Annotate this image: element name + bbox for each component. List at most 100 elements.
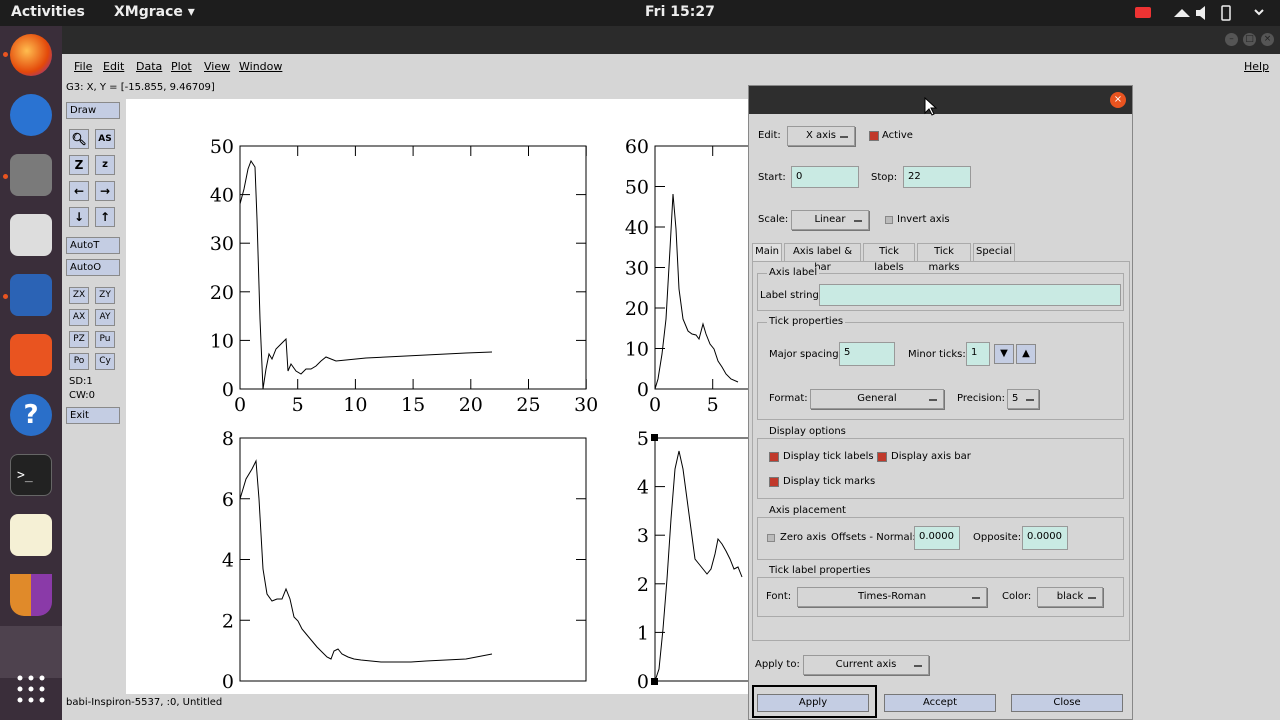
edit-axis-value: X axis xyxy=(805,130,837,141)
close-icon[interactable]: × xyxy=(1261,33,1274,46)
format-select[interactable]: General xyxy=(810,389,944,409)
system-tray[interactable] xyxy=(1130,0,1280,26)
autoscale-icon[interactable]: AS xyxy=(95,129,115,149)
running-dot xyxy=(3,294,8,299)
chemistry-app-icon[interactable] xyxy=(10,574,52,616)
g0-curve xyxy=(239,159,493,390)
g2-curve xyxy=(239,459,493,663)
pz-button[interactable]: PZ xyxy=(69,331,89,348)
zoom-icon[interactable]: 🔍︎ xyxy=(69,129,89,149)
minor-ticks-up-icon[interactable]: ▲ xyxy=(1016,344,1036,364)
running-dot xyxy=(3,52,8,57)
menu-plot[interactable]: Plot xyxy=(171,60,192,73)
autoo-button[interactable]: AutoO xyxy=(66,259,120,276)
minor-ticks-down-icon[interactable]: ▼ xyxy=(994,344,1014,364)
x-tick-label: 0 xyxy=(234,394,246,416)
zx-button[interactable]: ZX xyxy=(69,287,89,304)
major-spacing-input[interactable]: 5 xyxy=(839,342,895,366)
display-options-frame xyxy=(757,438,1124,499)
plot-canvas[interactable]: 50 40 30 20 10 0 0 5 10 15 20 25 30 60 50 40 30 20 10 0 0 5 … xyxy=(126,99,817,707)
y-tick-label: 20 xyxy=(625,298,649,320)
pu-button[interactable]: Pu xyxy=(95,331,115,348)
ax-button[interactable]: AX xyxy=(69,309,89,326)
tab-special[interactable]: Special xyxy=(973,243,1015,261)
apply-button[interactable]: Apply xyxy=(757,694,869,712)
thunderbird-icon[interactable] xyxy=(10,94,52,136)
files-icon[interactable] xyxy=(10,154,52,196)
text-editor-icon[interactable] xyxy=(10,514,52,556)
arrow-up-icon[interactable]: ↑ xyxy=(95,207,115,227)
apply-to-value: Current axis xyxy=(835,659,897,670)
autot-button[interactable]: AutoT xyxy=(66,237,120,254)
tab-axis-label-bar[interactable]: Axis label & bar xyxy=(784,243,861,273)
zoom-in-z-icon[interactable]: Z xyxy=(69,155,89,175)
arrow-right-icon[interactable]: → xyxy=(95,181,115,201)
x-tick-label: 25 xyxy=(516,394,540,416)
font-select[interactable]: Times-Roman xyxy=(797,587,987,607)
software-center-icon[interactable] xyxy=(10,334,52,376)
zoom-out-z-icon[interactable]: z xyxy=(95,155,115,175)
terminal-icon[interactable]: >_ xyxy=(10,454,52,496)
firefox-icon[interactable] xyxy=(10,34,52,76)
menu-edit[interactable]: Edit xyxy=(103,60,124,73)
precision-select[interactable]: 5 xyxy=(1007,389,1039,409)
po-button[interactable]: Po xyxy=(69,353,89,370)
graph-area[interactable]: 504030201000 5 10 15 20 25 30 60504030201000 5 … xyxy=(126,99,817,707)
window-titlebar[interactable]: – □ × xyxy=(62,26,1280,54)
close-button[interactable]: Close xyxy=(1011,694,1123,712)
y-tick-label: 40 xyxy=(625,217,649,239)
start-input[interactable]: 0 xyxy=(791,166,859,188)
edit-axis-select[interactable]: X axis xyxy=(787,126,855,146)
minimize-icon[interactable]: – xyxy=(1225,33,1238,46)
precision-value: 5 xyxy=(1012,393,1019,404)
display-tick-marks-checkbox[interactable] xyxy=(769,477,779,487)
menu-help[interactable]: Help xyxy=(1244,60,1269,73)
zero-axis-checkbox[interactable] xyxy=(767,534,775,542)
accept-button[interactable]: Accept xyxy=(884,694,996,712)
menu-bar: File Edit Data Plot View Window Help xyxy=(62,54,1280,80)
writer-icon[interactable] xyxy=(10,274,52,316)
app-menu[interactable]: XMgrace ▾ xyxy=(114,4,195,20)
dialog-close-icon[interactable]: × xyxy=(1110,92,1126,108)
dialog-titlebar[interactable]: × xyxy=(749,86,1132,114)
ay-button[interactable]: AY xyxy=(95,309,115,326)
draw-button[interactable]: Draw xyxy=(66,102,120,119)
format-label: Format: xyxy=(769,393,808,404)
rhythmbox-icon[interactable] xyxy=(10,214,52,256)
invert-axis-checkbox[interactable] xyxy=(885,216,893,224)
axis-label-title: Axis label xyxy=(767,267,820,278)
apply-to-select[interactable]: Current axis xyxy=(803,655,929,675)
cy-button[interactable]: Cy xyxy=(95,353,115,370)
minor-ticks-input[interactable]: 1 xyxy=(966,342,990,366)
precision-label: Precision: xyxy=(957,393,1005,404)
help-icon[interactable]: ? xyxy=(10,394,52,436)
tab-tick-marks[interactable]: Tick marks xyxy=(917,243,971,273)
offset-normal-input[interactable]: 0.0000 xyxy=(914,526,960,550)
menu-file[interactable]: File xyxy=(74,60,92,73)
stop-input[interactable]: 22 xyxy=(903,166,971,188)
maximize-icon[interactable]: □ xyxy=(1243,33,1256,46)
arrow-left-icon[interactable]: ← xyxy=(69,181,89,201)
menu-view[interactable]: View xyxy=(204,60,230,73)
offset-opposite-input[interactable]: 0.0000 xyxy=(1022,526,1068,550)
exit-button[interactable]: Exit xyxy=(66,407,120,424)
apply-to-label: Apply to: xyxy=(755,659,800,670)
tab-main[interactable]: Main xyxy=(752,243,782,261)
scale-select[interactable]: Linear xyxy=(791,210,869,230)
menu-window[interactable]: Window xyxy=(239,60,282,73)
show-apps-icon[interactable] xyxy=(16,674,46,704)
color-label: Color: xyxy=(1002,591,1032,602)
clock[interactable]: Fri 15:27 xyxy=(645,4,715,20)
x-tick-label: 0 xyxy=(649,394,661,416)
zy-button[interactable]: ZY xyxy=(95,287,115,304)
activities-button[interactable]: Activities xyxy=(11,4,85,20)
active-checkbox[interactable] xyxy=(869,131,879,141)
display-axis-bar-checkbox[interactable] xyxy=(877,452,887,462)
arrow-down-icon[interactable]: ↓ xyxy=(69,207,89,227)
label-string-input[interactable] xyxy=(819,284,1121,306)
tab-tick-labels[interactable]: Tick labels xyxy=(863,243,915,273)
graph-g2: 8 6 4 2 0 xyxy=(222,428,587,693)
display-tick-labels-checkbox[interactable] xyxy=(769,452,779,462)
menu-data[interactable]: Data xyxy=(136,60,162,73)
color-select[interactable]: black xyxy=(1037,587,1103,607)
